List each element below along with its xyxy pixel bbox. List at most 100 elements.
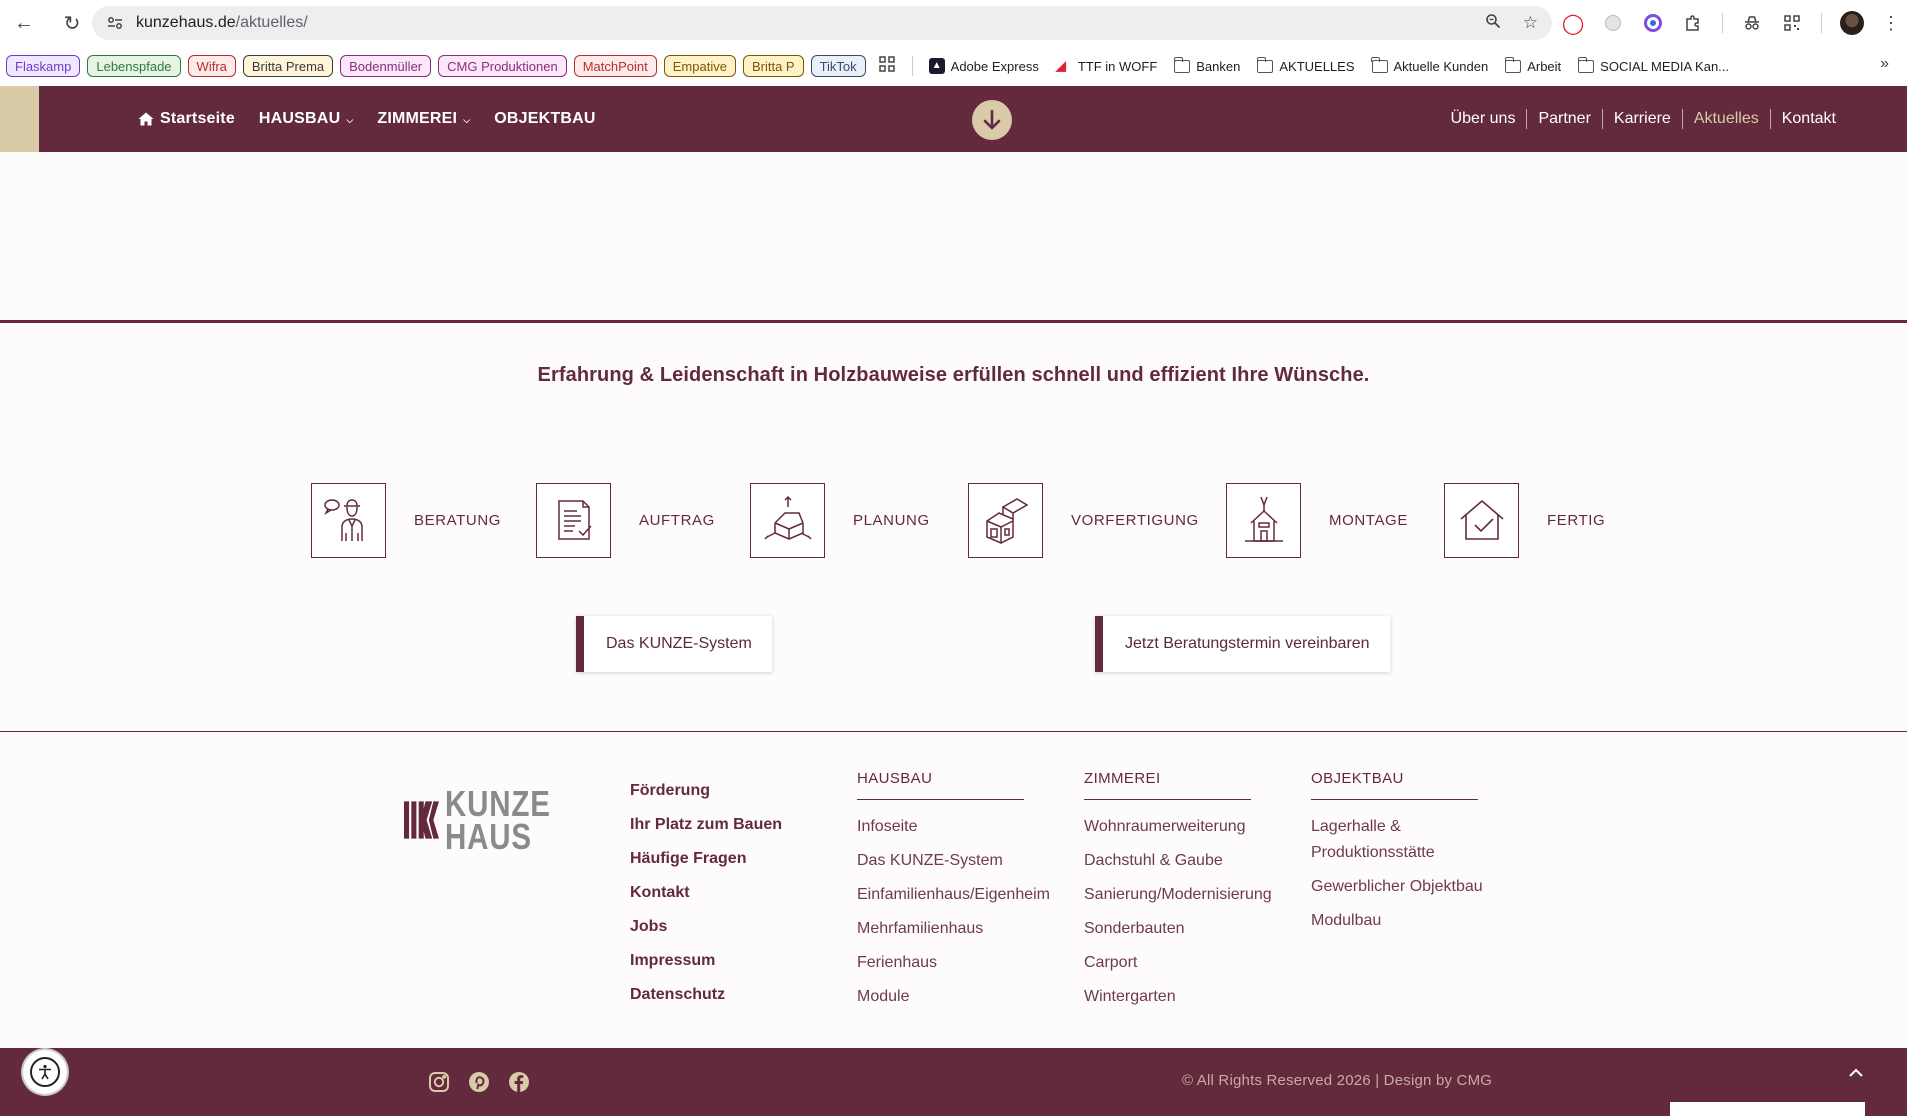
more-bookmarks-icon[interactable]: »: [1880, 55, 1889, 73]
bookmark-item[interactable]: Arbeit: [1500, 56, 1566, 74]
bookmark-item[interactable]: Aktuelle Kunden: [1367, 56, 1494, 74]
nav-kontakt[interactable]: Kontakt: [1769, 109, 1847, 129]
site-settings-icon[interactable]: [102, 16, 128, 30]
zoom-icon[interactable]: [1485, 13, 1501, 34]
footer-link-platz-zum-bauen[interactable]: Ihr Platz zum Bauen: [630, 808, 782, 842]
bookmark-pill[interactable]: Britta Prema: [242, 55, 334, 77]
accessibility-icon: [30, 1057, 60, 1087]
planning-icon: [750, 482, 825, 558]
browser-menu-icon[interactable]: ⋮: [1882, 13, 1900, 34]
footer-bar: © All Rights Reserved 2026 | Design by C…: [0, 1048, 1907, 1116]
bookmark-pill[interactable]: Empative: [663, 55, 736, 77]
footer-link-foerderung[interactable]: Förderung: [630, 774, 782, 808]
footer-link[interactable]: Lagerhalle & Produktionsstätte: [1311, 814, 1491, 866]
footer-link[interactable]: Sanierung/Modernisierung: [1084, 882, 1284, 908]
arrow-down-icon[interactable]: [972, 100, 1012, 140]
footer-link[interactable]: Dachstuhl & Gaube: [1084, 848, 1284, 874]
address-bar[interactable]: kunzehaus.de/aktuelles/ ☆: [92, 6, 1552, 40]
assembly-icon: [1226, 482, 1301, 558]
step-vorfertigung: VORFERTIGUNG: [968, 482, 1199, 558]
footer-link-faq[interactable]: Häufige Fragen: [630, 842, 782, 876]
footer-link[interactable]: Das KUNZE-System: [857, 848, 1057, 874]
nav-aktuelles[interactable]: Aktuelles: [1681, 109, 1770, 129]
nav-objektbau[interactable]: OBJEKTBAU: [494, 110, 595, 128]
instagram-icon[interactable]: [427, 1070, 451, 1094]
accessibility-button[interactable]: [23, 1050, 67, 1094]
apps-grid-icon[interactable]: [878, 55, 895, 77]
main-navigation: Startseite HAUSBAU ⌵ ZIMMEREI ⌵ OBJEKTBAU: [138, 86, 596, 152]
finished-house-icon: [1444, 482, 1519, 558]
footer-link[interactable]: Einfamilienhaus/Eigenheim: [857, 882, 1057, 908]
bookmark-item[interactable]: SOCIAL MEDIA Kan...: [1573, 56, 1734, 74]
section-divider: [0, 320, 1907, 323]
consultation-appointment-button[interactable]: Jetzt Beratungstermin vereinbaren: [1095, 616, 1390, 672]
footer-link-kontakt[interactable]: Kontakt: [630, 876, 782, 910]
bookmark-pill[interactable]: Lebenspfade: [87, 55, 181, 77]
bookmark-pill[interactable]: Bodenmüller: [340, 55, 432, 77]
chevron-down-icon: ⌵: [463, 114, 471, 125]
qr-code-icon[interactable]: [1781, 12, 1803, 34]
step-fertig: FERTIG: [1444, 482, 1605, 558]
ttf-woff-icon: ◢: [1055, 58, 1066, 73]
footer-column-zimmerei: ZIMMEREI Wohnraumerweiterung Dachstuhl &…: [1084, 770, 1284, 1018]
footer-link-jobs[interactable]: Jobs: [630, 910, 782, 944]
back-arrow-icon[interactable]: ←: [9, 8, 39, 38]
footer-column-title: HAUSBAU: [857, 770, 1024, 800]
footer-link[interactable]: Gewerblicher Objektbau: [1311, 874, 1491, 900]
footer-link[interactable]: Wintergarten: [1084, 984, 1284, 1010]
footer-link[interactable]: Mehrfamilienhaus: [857, 916, 1057, 942]
bookmark-item[interactable]: AKTUELLES: [1252, 56, 1359, 74]
opera-extension-icon[interactable]: ◯: [1562, 12, 1584, 35]
footer-link-datenschutz[interactable]: Datenschutz: [630, 978, 782, 1012]
footer-link[interactable]: Sonderbauten: [1084, 916, 1284, 942]
bookmark-pill[interactable]: TikTok: [810, 55, 866, 77]
chevron-down-icon: ⌵: [346, 114, 354, 125]
footer-link[interactable]: Carport: [1084, 950, 1284, 976]
browser-toolbar: ← ↻ kunzehaus.de/aktuelles/ ☆ ◯ ⋮: [0, 0, 1907, 46]
back-to-top-icon[interactable]: [1848, 1062, 1864, 1083]
bookmark-star-icon[interactable]: ☆: [1523, 13, 1538, 33]
header-accent-strip: [0, 86, 39, 152]
step-montage: MONTAGE: [1226, 482, 1408, 558]
footer-link[interactable]: Wohnraumerweiterung: [1084, 814, 1284, 840]
kunze-system-button[interactable]: Das KUNZE-System: [576, 616, 772, 672]
kunzehaus-logo[interactable]: KUNZE HAUS: [404, 786, 574, 855]
bookmark-pill[interactable]: Flaskamp: [6, 55, 81, 77]
footer-link-impressum[interactable]: Impressum: [630, 944, 782, 978]
incognito-spy-icon[interactable]: [1741, 12, 1763, 34]
folder-icon: [1173, 56, 1191, 73]
profile-avatar[interactable]: [1840, 11, 1864, 35]
prefabrication-icon: [968, 482, 1043, 558]
footer-link[interactable]: Module: [857, 984, 1057, 1010]
url-text: kunzehaus.de/aktuelles/: [136, 14, 308, 31]
floating-widget-tab[interactable]: [1670, 1102, 1865, 1116]
bookmark-pill[interactable]: CMG Produktionen: [438, 55, 567, 77]
bookmark-pill[interactable]: Wifra: [187, 55, 236, 77]
bookmark-pill[interactable]: Britta P: [742, 55, 804, 77]
pinterest-icon[interactable]: [467, 1070, 491, 1094]
bookmark-item[interactable]: Banken: [1169, 56, 1245, 74]
nav-karriere[interactable]: Karriere: [1601, 109, 1682, 129]
footer-column-title: OBJEKTBAU: [1311, 770, 1478, 800]
extension-color-icon[interactable]: [1642, 12, 1664, 34]
nav-startseite[interactable]: Startseite: [138, 110, 235, 128]
footer-column-objektbau: OBJEKTBAU Lagerhalle & Produktionsstätte…: [1311, 770, 1491, 942]
nav-zimmerei[interactable]: ZIMMEREI ⌵: [377, 110, 470, 128]
footer-link[interactable]: Modulbau: [1311, 908, 1491, 934]
bookmark-item[interactable]: ◢ TTF in WOFF: [1051, 58, 1162, 74]
footer-column-hausbau: HAUSBAU Infoseite Das KUNZE-System Einfa…: [857, 770, 1057, 1018]
footer-link[interactable]: Infoseite: [857, 814, 1057, 840]
nav-partner[interactable]: Partner: [1526, 109, 1601, 129]
bookmark-pill[interactable]: MatchPoint: [573, 55, 657, 77]
facebook-icon[interactable]: [507, 1070, 531, 1094]
footer-column-title: ZIMMEREI: [1084, 770, 1251, 800]
footer-link[interactable]: Ferienhaus: [857, 950, 1057, 976]
puzzle-extensions-icon[interactable]: [1682, 12, 1704, 34]
nav-hausbau[interactable]: HAUSBAU ⌵: [259, 110, 353, 128]
reload-icon[interactable]: ↻: [57, 8, 87, 38]
bookmark-item[interactable]: ▲ Adobe Express: [924, 58, 1044, 74]
consultation-icon: [311, 482, 386, 558]
extension-grey-icon[interactable]: [1602, 12, 1624, 34]
home-icon: [138, 112, 154, 126]
nav-ueber-uns[interactable]: Über uns: [1440, 109, 1527, 129]
